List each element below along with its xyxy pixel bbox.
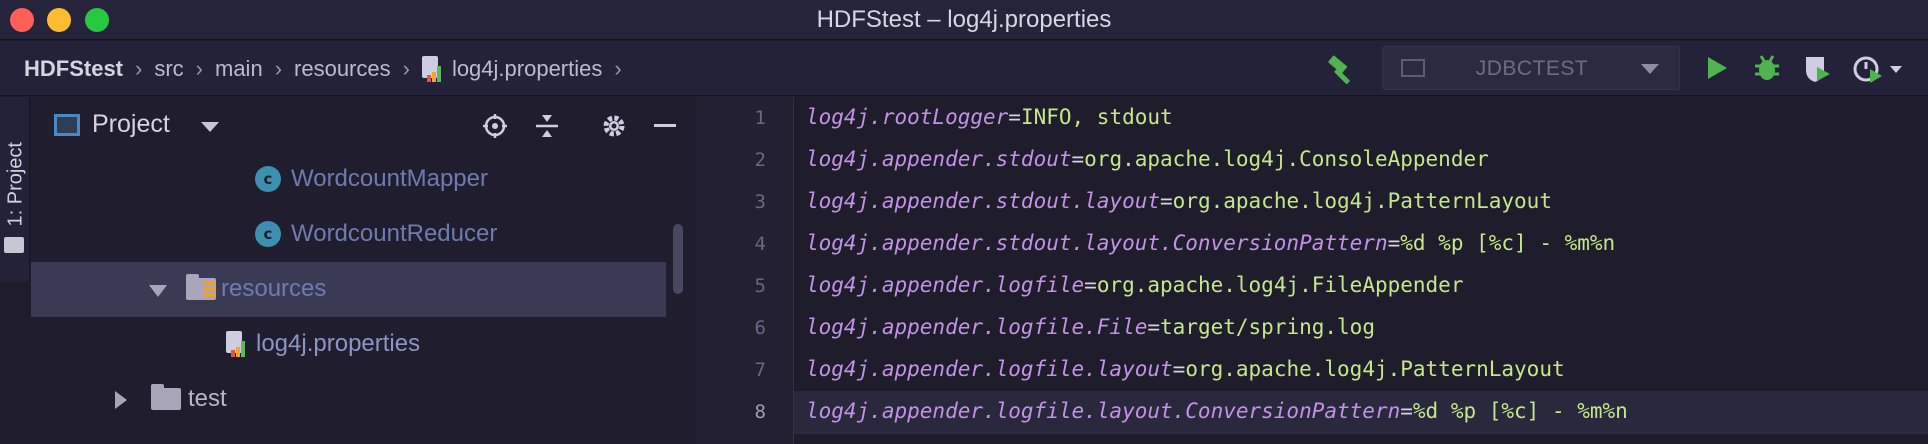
- breadcrumb-src[interactable]: src: [154, 56, 183, 82]
- chevron-right-icon: ›: [614, 55, 622, 81]
- tool-window-strip: 1: Project: [0, 97, 30, 282]
- run-configuration-label: JDBCTEST: [1475, 57, 1589, 80]
- settings-gear-icon[interactable]: [601, 113, 627, 139]
- scrollbar-thumb[interactable]: [673, 224, 683, 294]
- locate-icon[interactable]: [482, 113, 508, 139]
- property-value: org.apache.log4j.PatternLayout: [1185, 357, 1565, 381]
- tree-item-test[interactable]: test: [31, 372, 666, 427]
- line-number: 4: [754, 233, 766, 255]
- collapse-icon[interactable]: [534, 113, 560, 139]
- property-key: log4j.appender.logfile.layout: [806, 357, 1173, 381]
- tree-item-label: resources: [221, 275, 327, 302]
- equals-sign: =: [1071, 147, 1085, 171]
- property-value: %d %p [%c] - %m%n: [1412, 399, 1628, 423]
- code-editor[interactable]: 1 2 3 4 5 6 7 8 log4j.rootLogger=INFO, s…: [696, 97, 1928, 444]
- chevron-right-icon: ›: [274, 55, 283, 81]
- property-value: INFO, stdout: [1020, 105, 1173, 129]
- property-value: target/spring.log: [1160, 315, 1375, 339]
- property-value: org.apache.log4j.ConsoleAppender: [1084, 147, 1489, 171]
- folder-icon: [4, 237, 24, 253]
- breadcrumb: HDFStest › src › main › resources › log4…: [24, 41, 634, 96]
- code-line[interactable]: log4j.appender.stdout.layout.ConversionP…: [806, 231, 1615, 255]
- code-line[interactable]: log4j.appender.logfile.layout.Conversion…: [806, 399, 1628, 423]
- line-number: 5: [754, 275, 766, 297]
- property-key: log4j.appender.stdout: [806, 147, 1072, 171]
- line-number-gutter: 1 2 3 4 5 6 7 8: [696, 97, 794, 444]
- equals-sign: =: [1147, 315, 1161, 339]
- line-number: 2: [754, 149, 766, 171]
- code-line[interactable]: log4j.appender.stdout.layout=org.apache.…: [806, 189, 1552, 213]
- build-hammer-icon[interactable]: [1325, 54, 1359, 88]
- run-icon[interactable]: [1703, 52, 1731, 84]
- tree-item-label: log4j.properties: [256, 330, 421, 357]
- coverage-icon[interactable]: [1802, 52, 1832, 84]
- chevron-down-icon: [1641, 64, 1659, 74]
- tree-item-log4j-properties[interactable]: log4j.properties: [31, 317, 666, 372]
- properties-file-icon: [421, 55, 444, 82]
- code-line[interactable]: log4j.appender.logfile.layout=org.apache…: [806, 357, 1565, 381]
- equals-sign: =: [1387, 231, 1401, 255]
- properties-file-icon: [226, 331, 248, 357]
- tree-item-resources[interactable]: resources: [31, 262, 666, 317]
- debug-icon[interactable]: [1752, 52, 1782, 84]
- tree-item-wordcountreducer[interactable]: c WordcountReducer: [31, 207, 666, 262]
- property-key: log4j.appender.logfile.File: [806, 315, 1148, 339]
- line-number-current: 8: [754, 401, 766, 423]
- project-panel: Project c WordcountMapper c WordcountRed…: [31, 97, 695, 444]
- equals-sign: =: [1172, 357, 1186, 381]
- window-title: HDFStest – log4j.properties: [816, 6, 1112, 33]
- breadcrumb-resources[interactable]: resources: [294, 56, 391, 82]
- property-value: %d %p [%c] - %m%n: [1400, 231, 1616, 255]
- class-c-icon: c: [255, 221, 281, 247]
- chevron-right-icon: ›: [195, 55, 203, 81]
- project-tool-tab[interactable]: 1: Project: [5, 131, 28, 226]
- breadcrumb-main[interactable]: main: [215, 56, 263, 82]
- equals-sign: =: [1160, 189, 1173, 213]
- class-c-icon: c: [255, 166, 281, 192]
- property-key: log4j.appender.stdout.layout.ConversionP…: [806, 231, 1388, 255]
- breadcrumb-project[interactable]: HDFStest: [24, 56, 123, 82]
- code-line[interactable]: log4j.appender.stdout=org.apache.log4j.C…: [806, 147, 1489, 171]
- title-bar: HDFStest – log4j.properties: [0, 0, 1928, 40]
- equals-sign: =: [1400, 399, 1413, 423]
- project-window-icon: [54, 114, 80, 136]
- code-line[interactable]: log4j.rootLogger=INFO, stdout: [806, 105, 1173, 129]
- property-key: log4j.rootLogger: [806, 105, 1009, 129]
- tree-item-wordcountmapper[interactable]: c WordcountMapper: [31, 152, 666, 207]
- equals-sign: =: [1084, 273, 1097, 297]
- breadcrumb-file[interactable]: log4j.properties: [452, 56, 602, 82]
- hide-icon[interactable]: [652, 113, 678, 139]
- tree-item-label: WordcountReducer: [291, 220, 498, 247]
- code-line[interactable]: log4j.appender.logfile.File=target/sprin…: [806, 315, 1375, 339]
- project-view-title[interactable]: Project: [92, 110, 170, 139]
- expand-arrow-right-icon[interactable]: [115, 391, 127, 409]
- property-key: log4j.appender.stdout.layout: [806, 189, 1161, 213]
- line-number: 7: [754, 359, 766, 381]
- chevron-right-icon: ›: [402, 55, 410, 81]
- line-number: 3: [754, 191, 766, 213]
- property-key: log4j.appender.logfile: [806, 273, 1085, 297]
- folder-icon: [151, 384, 181, 410]
- code-line[interactable]: log4j.appender.logfile=org.apache.log4j.…: [806, 273, 1463, 297]
- line-number: 1: [754, 107, 766, 129]
- property-value: org.apache.log4j.FileAppender: [1096, 273, 1464, 297]
- equals-sign: =: [1008, 105, 1021, 129]
- property-value: org.apache.log4j.PatternLayout: [1172, 189, 1552, 213]
- resources-marker-icon: [204, 282, 216, 298]
- tree-item-label: test: [188, 385, 227, 412]
- tree-item-label: WordcountMapper: [291, 165, 488, 192]
- chevron-down-icon[interactable]: [201, 122, 219, 132]
- line-number: 6: [754, 317, 766, 339]
- profile-icon[interactable]: [1852, 52, 1904, 84]
- chevron-right-icon: ›: [135, 55, 143, 81]
- run-configuration-select[interactable]: JDBCTEST: [1382, 46, 1680, 90]
- expand-arrow-down-icon[interactable]: [149, 285, 167, 297]
- property-key: log4j.appender.logfile.layout.Conversion…: [806, 399, 1401, 423]
- project-panel-header: Project: [31, 97, 695, 153]
